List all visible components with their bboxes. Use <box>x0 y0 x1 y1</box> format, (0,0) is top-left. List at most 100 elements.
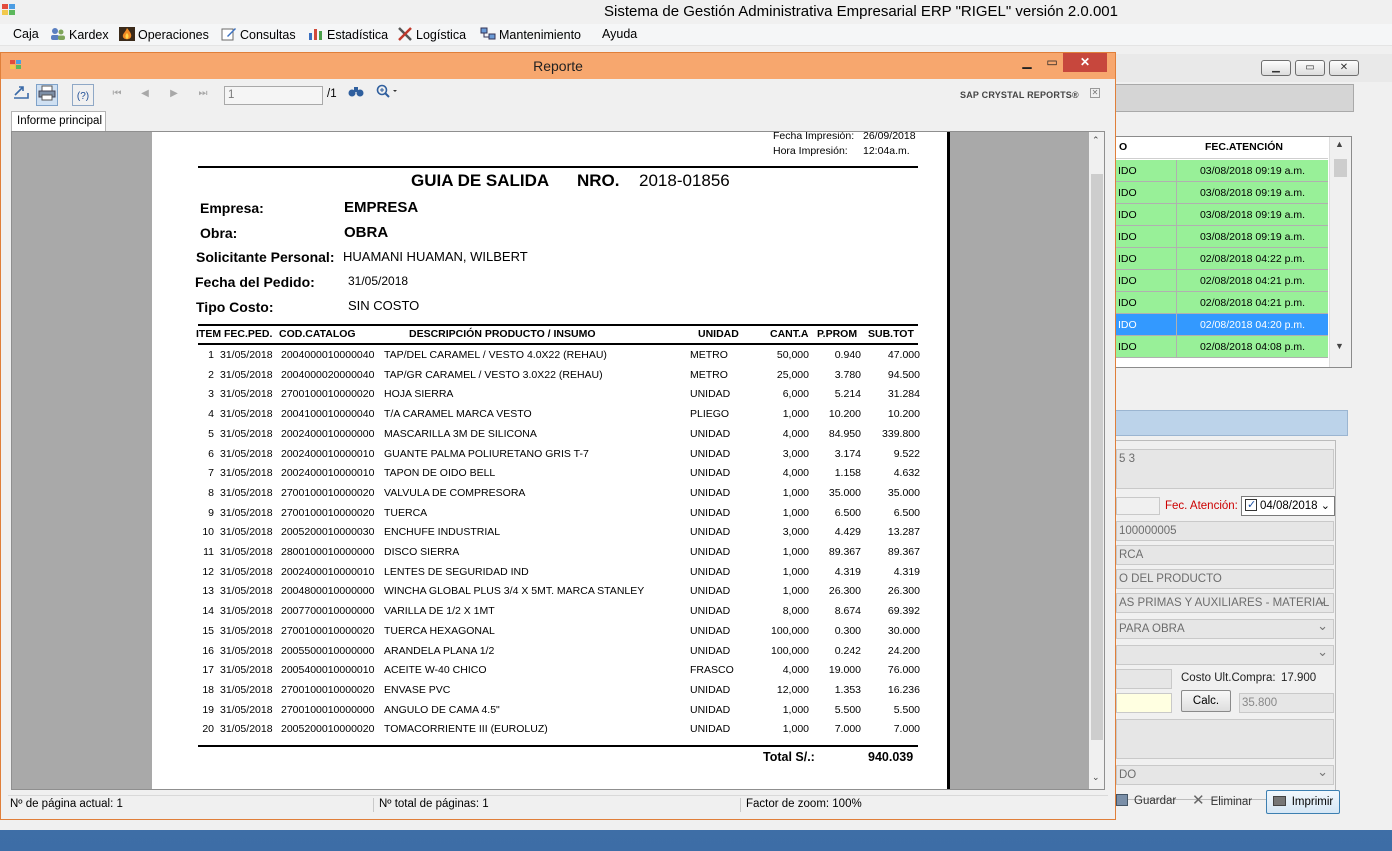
menu-bar: Caja Kardex Operaciones Consultas Estadí… <box>0 24 1392 46</box>
cell-canta: 12,000 <box>776 683 809 696</box>
cell-subtot: 5.500 <box>893 703 920 716</box>
catalog-field[interactable]: 100000005 <box>1116 521 1334 541</box>
obra-label: Obra: <box>200 225 238 241</box>
menu-caja-label: Caja <box>13 27 39 41</box>
grid-row[interactable]: IDO 02/08/2018 04:21 p.m. <box>1113 270 1328 292</box>
menu-mantenimiento[interactable]: Mantenimiento <box>480 27 581 42</box>
table-header-rule <box>198 343 918 345</box>
grid-scrollbar[interactable]: ▲ ▼ <box>1329 137 1351 367</box>
scroll-down-icon[interactable]: ⌄ <box>1092 772 1100 783</box>
grid-row[interactable]: IDO 02/08/2018 04:08 p.m. <box>1113 336 1328 358</box>
grid-scroll-thumb[interactable] <box>1334 159 1347 177</box>
cell-fecped: 31/05/2018 <box>220 683 273 696</box>
cell-item: 17 <box>202 664 214 677</box>
next-page-button[interactable]: ▶ <box>163 84 185 106</box>
menu-caja[interactable]: Caja <box>13 27 39 41</box>
menu-operaciones[interactable]: Operaciones <box>119 27 209 42</box>
cell-fecped: 31/05/2018 <box>220 467 273 480</box>
grid-row[interactable]: IDO 03/08/2018 09:19 a.m. <box>1113 160 1328 182</box>
page-number-input[interactable]: 1 <box>224 86 323 105</box>
menu-ayuda[interactable]: Ayuda <box>602 27 637 41</box>
cell-canta: 1,000 <box>782 506 809 519</box>
grid-row[interactable]: IDO 02/08/2018 04:21 p.m. <box>1113 292 1328 314</box>
solicitante-label: Solicitante Personal: <box>196 249 335 265</box>
grid-cell-fecha: 03/08/2018 09:19 a.m. <box>1176 182 1328 204</box>
grid-row[interactable]: IDO 03/08/2018 09:19 a.m. <box>1113 204 1328 226</box>
zoom-button[interactable] <box>372 84 404 106</box>
menu-estadistica[interactable]: Estadística <box>308 27 388 42</box>
grid-header-fecha: FEC.ATENCIÓN <box>1205 141 1283 153</box>
imprimir-label: Imprimir <box>1291 796 1334 808</box>
eliminar-button[interactable]: ✕ Eliminar <box>1192 790 1264 814</box>
cell-codcatalog: 2004000010000040 <box>281 349 375 361</box>
menu-kardex[interactable]: Kardex <box>50 27 109 42</box>
help-button[interactable]: (?) <box>72 84 94 106</box>
grid-row[interactable]: IDO 03/08/2018 09:19 a.m. <box>1113 226 1328 248</box>
cell-descripcion: T/A CARAMEL MARCA VESTO <box>384 408 532 421</box>
costo-value: 17.900 <box>1281 672 1317 684</box>
empresa-label: Empresa: <box>200 200 264 216</box>
first-page-button[interactable]: ⏮ <box>106 84 128 106</box>
eliminar-label: Eliminar <box>1210 796 1253 808</box>
empty-dropdown[interactable] <box>1116 645 1334 665</box>
observacion-field[interactable] <box>1116 719 1334 759</box>
menu-consultas[interactable]: Consultas <box>221 27 296 42</box>
print-button[interactable] <box>36 84 58 106</box>
calc-value-field[interactable]: 35.800 <box>1239 693 1334 713</box>
find-button[interactable] <box>345 84 367 106</box>
grid-row[interactable]: IDO 02/08/2018 04:20 p.m. <box>1113 314 1328 336</box>
status-separator <box>373 798 374 812</box>
report-scroll-thumb[interactable] <box>1091 174 1103 740</box>
code-field[interactable]: 5 3 <box>1116 449 1334 489</box>
cell-codcatalog: 2004800010000000 <box>281 585 375 598</box>
close-tab-icon[interactable]: ✕ <box>1090 88 1100 98</box>
cell-item: 16 <box>202 644 214 657</box>
close-button[interactable]: ✕ <box>1329 60 1359 76</box>
requests-grid[interactable]: O FEC.ATENCIÓN IDO 03/08/2018 09:19 a.m. I… <box>1112 136 1352 368</box>
minimize-button[interactable]: ▁ <box>1261 60 1291 76</box>
cell-descripcion: TOMACORRIENTE III (EUROLUZ) <box>384 723 548 736</box>
report-close-button[interactable]: ✕ <box>1063 53 1107 72</box>
scroll-up-icon[interactable]: ▲ <box>1335 139 1344 149</box>
report-minimize-button[interactable]: ▁ <box>1015 53 1039 72</box>
date-checkbox[interactable] <box>1245 496 1257 514</box>
producto-field[interactable]: O DEL PRODUCTO <box>1116 569 1334 589</box>
marca-field[interactable]: RCA <box>1116 545 1334 565</box>
guardar-button[interactable]: Guardar <box>1116 790 1192 814</box>
print-time: 12:04a.m. <box>863 145 910 157</box>
cell-descripcion: TAPON DE OIDO BELL <box>384 467 496 480</box>
report-scrollbar[interactable]: ⌃ ⌄ <box>1089 132 1104 789</box>
menu-logistica[interactable]: Logística <box>397 27 466 42</box>
guardar-label: Guardar <box>1134 795 1177 807</box>
scroll-up-icon[interactable]: ⌃ <box>1092 135 1100 146</box>
estado-dropdown[interactable]: DO <box>1116 765 1334 785</box>
grid-row[interactable]: IDO 03/08/2018 09:19 a.m. <box>1113 182 1328 204</box>
people-icon <box>51 28 65 40</box>
export-button[interactable] <box>10 84 32 106</box>
cell-fecped: 31/05/2018 <box>220 349 273 361</box>
qty-field[interactable] <box>1116 669 1172 689</box>
grid-row[interactable]: IDO 02/08/2018 04:22 p.m. <box>1113 248 1328 270</box>
imprimir-button[interactable]: Imprimir <box>1266 790 1340 814</box>
cell-subtot: 69.392 <box>887 605 920 618</box>
grid-cell-estado: IDO <box>1118 165 1137 177</box>
fec-atencion-picker[interactable]: 04/08/2018⌄ <box>1241 496 1335 516</box>
cell-codcatalog: 2700100010000020 <box>281 624 375 637</box>
price-field[interactable] <box>1116 693 1172 713</box>
solicitante-value: HUAMANI HUAMAN, WILBERT <box>343 249 528 264</box>
short-field[interactable] <box>1116 497 1160 515</box>
last-page-button[interactable]: ⏭ <box>192 84 214 106</box>
calc-button[interactable]: Calc. <box>1181 690 1231 712</box>
prev-page-button[interactable]: ◀ <box>134 84 156 106</box>
cell-descripcion: TUERCA <box>384 506 428 519</box>
cell-fecped: 31/05/2018 <box>220 664 273 677</box>
destino-dropdown[interactable]: PARA OBRA <box>1116 619 1334 639</box>
bar-chart-icon <box>309 29 322 40</box>
report-maximize-button[interactable]: ▭ <box>1041 53 1063 72</box>
calendar-dropdown-icon[interactable]: ⌄ <box>1321 497 1330 515</box>
tipo-dropdown[interactable]: AS PRIMAS Y AUXILIARES - MATERIAL <box>1116 593 1334 613</box>
scroll-down-icon[interactable]: ▼ <box>1335 341 1344 351</box>
cell-descripcion: TAP/DEL CARAMEL / VESTO 4.0X22 (REHAU) <box>384 349 607 361</box>
tab-informe-principal[interactable]: Informe principal <box>11 111 106 131</box>
maximize-button[interactable]: ▭ <box>1295 60 1325 76</box>
